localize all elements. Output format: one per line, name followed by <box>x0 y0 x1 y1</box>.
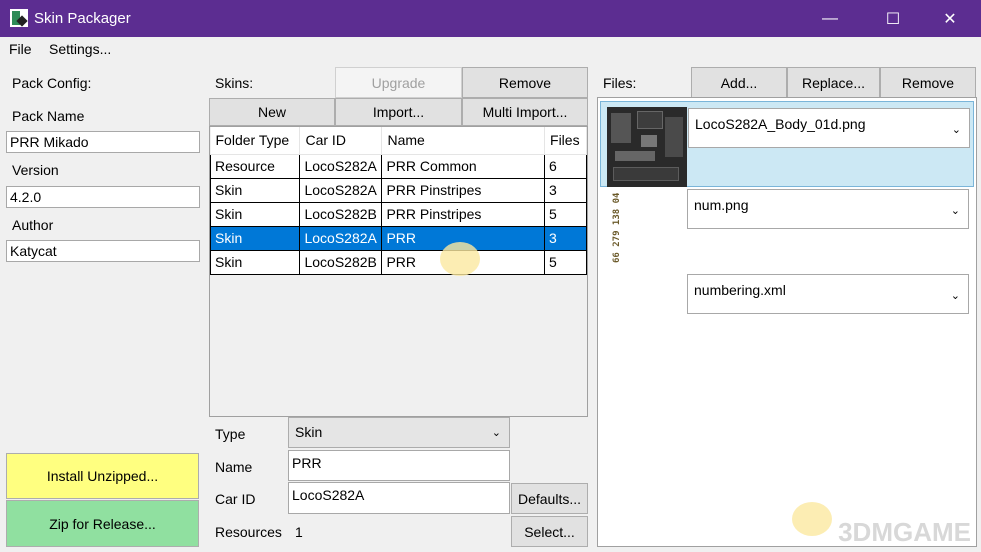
table-row[interactable]: Skin LocoS282A PRR Pinstripes 3 <box>210 177 587 203</box>
skins-heading: Skins: <box>215 75 254 91</box>
app-icon <box>10 9 28 27</box>
cell-files: 3 <box>544 225 587 251</box>
file-name: num.png <box>694 197 749 213</box>
pack-name-label: Pack Name <box>12 108 85 124</box>
watermark: 3DMGAME <box>838 517 971 547</box>
cell-folder-type: Skin <box>210 201 301 227</box>
chevron-down-icon: ⌄ <box>950 290 960 302</box>
new-skin-button[interactable]: New <box>209 98 335 126</box>
table-row[interactable]: Resource LocoS282A PRR Common 6 <box>210 153 587 179</box>
cell-files: 6 <box>544 153 587 179</box>
number-preview-text: 66 279 138 04 <box>612 192 622 263</box>
table-row[interactable]: Skin LocoS282B PRR Pinstripes 5 <box>210 201 587 227</box>
cell-car-id: LocoS282A <box>299 153 383 179</box>
pack-name-input[interactable]: PRR Mikado <box>6 131 200 153</box>
cell-name: PRR Pinstripes <box>381 177 546 203</box>
files-list: LocoS282A_Body_01d.png ⌄ 66 279 138 04 n… <box>597 97 977 547</box>
close-button[interactable]: ✕ <box>927 0 973 37</box>
cell-files: 5 <box>544 249 587 275</box>
add-file-button[interactable]: Add... <box>691 67 787 98</box>
column-header[interactable]: Name <box>381 127 546 155</box>
menu-file[interactable]: File <box>9 41 32 57</box>
chevron-down-icon: ⌄ <box>950 205 960 217</box>
file-name-dropdown[interactable]: LocoS282A_Body_01d.png ⌄ <box>688 108 970 148</box>
car-id-label: Car ID <box>215 491 256 507</box>
cell-files: 5 <box>544 201 587 227</box>
author-label: Author <box>12 217 54 233</box>
table-row-selected[interactable]: Skin LocoS282A PRR 3 <box>210 225 587 251</box>
version-label: Version <box>12 162 59 178</box>
type-label: Type <box>215 426 246 442</box>
replace-file-button[interactable]: Replace... <box>787 67 880 98</box>
file-name-dropdown[interactable]: numbering.xml ⌄ <box>687 274 969 314</box>
window-title: Skin Packager <box>34 10 131 27</box>
files-heading: Files: <box>603 75 637 91</box>
table-row[interactable]: Skin LocoS282B PRR 5 <box>210 249 587 275</box>
name-label: Name <box>215 459 253 475</box>
name-input[interactable]: PRR <box>288 450 510 481</box>
file-name: numbering.xml <box>694 282 786 298</box>
skins-table: Folder Type Car ID Name Files Resource L… <box>209 126 588 417</box>
install-unzipped-button[interactable]: Install Unzipped... <box>6 453 199 499</box>
file-item-selected[interactable]: LocoS282A_Body_01d.png ⌄ <box>600 101 974 187</box>
upgrade-button[interactable]: Upgrade <box>335 67 462 98</box>
mascot-logo-icon <box>792 502 832 536</box>
type-select-value: Skin <box>295 424 323 440</box>
cell-folder-type: Skin <box>210 177 301 203</box>
remove-file-button[interactable]: Remove <box>880 67 976 98</box>
file-item[interactable]: numbering.xml ⌄ <box>600 271 974 357</box>
multi-import-button[interactable]: Multi Import... <box>462 98 588 126</box>
cell-car-id: LocoS282A <box>299 225 383 251</box>
column-header[interactable]: Folder Type <box>210 127 301 155</box>
minimize-button[interactable]: — <box>807 0 853 37</box>
maximize-button[interactable]: ☐ <box>870 0 916 37</box>
table-header: Folder Type Car ID Name Files <box>210 127 587 155</box>
cell-folder-type: Skin <box>210 249 301 275</box>
select-resources-button[interactable]: Select... <box>511 516 588 547</box>
chevron-down-icon: ⌄ <box>951 124 961 136</box>
chevron-down-icon: ⌄ <box>491 427 501 439</box>
file-name: LocoS282A_Body_01d.png <box>695 116 866 132</box>
car-id-input[interactable]: LocoS282A <box>288 482 510 514</box>
zip-for-release-button[interactable]: Zip for Release... <box>6 500 199 547</box>
title-bar: Skin Packager — ☐ ✕ <box>0 0 981 37</box>
cell-files: 3 <box>544 177 587 203</box>
file-name-dropdown[interactable]: num.png ⌄ <box>687 189 969 229</box>
cell-name: PRR Pinstripes <box>381 201 546 227</box>
remove-skin-button[interactable]: Remove <box>462 67 588 98</box>
pack-config-heading: Pack Config: <box>12 75 92 91</box>
cell-name: PRR Common <box>381 153 546 179</box>
file-item[interactable]: 66 279 138 04 num.png ⌄ <box>600 186 974 272</box>
texture-thumbnail: 66 279 138 04 <box>606 191 686 271</box>
import-button[interactable]: Import... <box>335 98 462 126</box>
cell-folder-type: Resource <box>210 153 301 179</box>
type-select[interactable]: Skin ⌄ <box>288 417 510 448</box>
texture-thumbnail <box>607 107 687 187</box>
menu-bar: File Settings... <box>0 37 981 61</box>
cell-car-id: LocoS282B <box>299 201 383 227</box>
column-header[interactable]: Files <box>544 127 587 155</box>
mascot-watermark-icon <box>440 242 480 276</box>
cell-folder-type: Skin <box>210 225 301 251</box>
version-input[interactable]: 4.2.0 <box>6 186 200 208</box>
cell-car-id: LocoS282B <box>299 249 383 275</box>
resources-count: 1 <box>295 524 303 540</box>
column-header[interactable]: Car ID <box>299 127 383 155</box>
resources-label: Resources <box>215 524 282 540</box>
cell-car-id: LocoS282A <box>299 177 383 203</box>
author-input[interactable]: Katycat <box>6 240 200 262</box>
defaults-button[interactable]: Defaults... <box>511 483 588 514</box>
menu-settings[interactable]: Settings... <box>49 41 111 57</box>
